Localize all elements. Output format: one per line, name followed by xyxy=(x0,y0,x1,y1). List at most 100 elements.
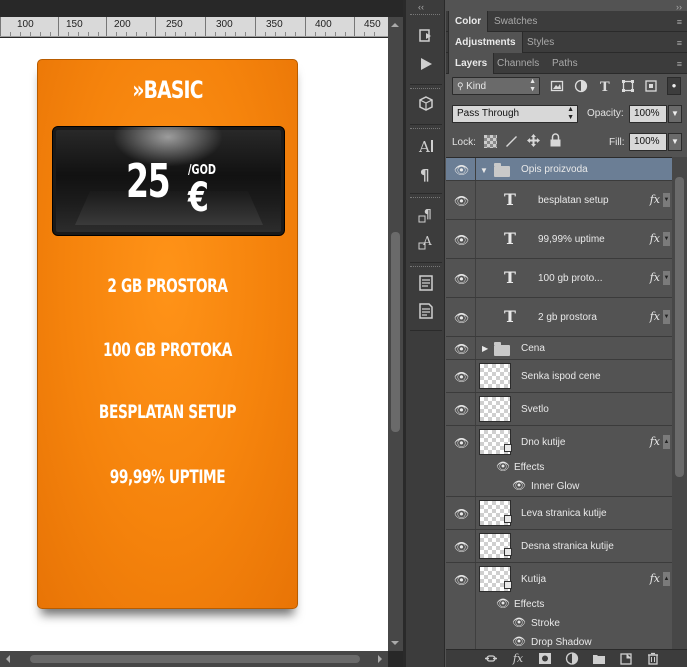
scroll-left-arrow-icon[interactable] xyxy=(2,655,10,663)
layer-row-text[interactable]: 👁 T 100 gb proto... fx ▼ xyxy=(446,259,672,298)
notes-icon[interactable] xyxy=(417,274,435,292)
fill-dropdown-icon[interactable]: ▼ xyxy=(668,133,682,151)
3d-cube-icon[interactable] xyxy=(417,95,435,113)
effects-visibility-eye-icon[interactable]: 👁 xyxy=(496,460,510,473)
filter-kind-select[interactable]: ⚲ Kind ▲ ▼ xyxy=(452,77,540,95)
pixel-filter-icon[interactable] xyxy=(550,79,564,93)
layer-row-pixel[interactable]: 👁 Dno kutije fx ▲ 👁 Effects 👁 Inner Glow xyxy=(446,426,672,497)
effects-toggle-icon[interactable]: ▼ xyxy=(663,310,670,324)
canvas-area[interactable]: 100 150 200 250 300 350 400 450 »BASIC 2… xyxy=(0,0,403,667)
fill-input[interactable]: 100% xyxy=(629,133,667,151)
visibility-eye-icon[interactable]: 👁 xyxy=(454,404,469,416)
effect-visibility-eye-icon[interactable]: 👁 xyxy=(512,479,526,492)
canvas-vertical-scrollbar[interactable] xyxy=(388,17,403,651)
visibility-eye-icon[interactable]: 👁 xyxy=(454,437,469,449)
tab-adjustments[interactable]: Adjustments xyxy=(448,32,523,53)
scroll-thumb[interactable] xyxy=(391,232,400,432)
visibility-eye-icon[interactable]: 👁 xyxy=(454,371,469,383)
expand-arrow-icon[interactable]: ▼ xyxy=(480,166,488,175)
visibility-eye-icon[interactable]: 👁 xyxy=(454,164,469,176)
layer-row-pixel[interactable]: 👁 Leva stranica kutije xyxy=(446,497,672,530)
add-style-icon[interactable]: fx xyxy=(511,652,525,665)
canvas-horizontal-scrollbar[interactable] xyxy=(0,651,388,667)
shape-filter-icon[interactable] xyxy=(621,79,635,93)
tab-swatches[interactable]: Swatches xyxy=(488,11,543,32)
layer-row-pixel[interactable]: 👁 Desna stranica kutije xyxy=(446,530,672,563)
panel-menu-icon[interactable]: ≡ xyxy=(677,38,682,48)
layers-scrollbar[interactable] xyxy=(672,157,687,649)
paragraph-styles-icon[interactable]: ¶ xyxy=(417,205,435,223)
scroll-up-arrow-icon[interactable] xyxy=(391,19,399,27)
play-actions-icon[interactable] xyxy=(417,55,435,73)
effects-toggle-icon[interactable]: ▼ xyxy=(663,193,670,207)
delete-layer-icon[interactable] xyxy=(646,652,660,665)
layer-row-group[interactable]: 👁 ▼ Opis proizvoda xyxy=(446,158,672,181)
lock-transparency-icon[interactable] xyxy=(484,135,497,148)
lock-all-icon[interactable] xyxy=(549,133,562,151)
layer-row-group[interactable]: 👁 ▶ Cena xyxy=(446,337,672,360)
horizontal-ruler[interactable]: 100 150 200 250 300 350 400 450 xyxy=(0,17,388,37)
type-filter-icon[interactable]: T xyxy=(598,79,612,95)
layer-row-pixel[interactable]: 👁 Svetlo xyxy=(446,393,672,426)
opacity-dropdown-icon[interactable]: ▼ xyxy=(668,105,682,123)
layer-row-text[interactable]: 👁 T 99,99% uptime fx ▼ xyxy=(446,220,672,259)
tab-paths[interactable]: Paths xyxy=(546,53,584,74)
layer-row-text[interactable]: 👁 T 2 gb prostora fx ▼ xyxy=(446,298,672,337)
layer-row-pixel[interactable]: 👁 Kutija fx ▲ 👁 Effects 👁 Stroke 👁 Drop … xyxy=(446,563,672,649)
panel-menu-icon[interactable]: ≡ xyxy=(677,17,682,27)
filter-toggle-icon[interactable]: ● xyxy=(667,77,681,95)
visibility-eye-icon[interactable]: 👁 xyxy=(454,574,469,586)
character-styles-icon[interactable]: A xyxy=(417,232,435,250)
layer-effects-icon[interactable]: fx xyxy=(650,271,660,284)
visibility-eye-icon[interactable]: 👁 xyxy=(454,195,469,207)
layer-effects-icon[interactable]: fx xyxy=(650,232,660,245)
tab-color[interactable]: Color xyxy=(448,11,489,32)
history-icon[interactable] xyxy=(417,27,435,45)
tab-styles[interactable]: Styles xyxy=(521,32,560,53)
layer-effects-icon[interactable]: fx xyxy=(650,572,660,585)
layer-row-text[interactable]: 👁 T besplatan setup fx ▼ xyxy=(446,181,672,220)
tab-channels[interactable]: Channels xyxy=(491,53,545,74)
adjustment-layer-icon[interactable] xyxy=(565,652,579,665)
link-layers-icon[interactable] xyxy=(484,652,498,665)
effects-toggle-icon[interactable]: ▲ xyxy=(663,435,670,449)
strip-grip[interactable] xyxy=(410,14,440,17)
visibility-eye-icon[interactable]: 👁 xyxy=(454,312,469,324)
effects-visibility-eye-icon[interactable]: 👁 xyxy=(496,597,510,610)
effects-toggle-icon[interactable]: ▼ xyxy=(663,232,670,246)
visibility-eye-icon[interactable]: 👁 xyxy=(454,273,469,285)
info-icon[interactable] xyxy=(417,302,435,320)
effect-visibility-eye-icon[interactable]: 👁 xyxy=(512,616,526,629)
layer-effects-icon[interactable]: fx xyxy=(650,435,660,448)
effect-visibility-eye-icon[interactable]: 👁 xyxy=(512,635,526,648)
effects-toggle-icon[interactable]: ▼ xyxy=(663,271,670,285)
lock-image-icon[interactable] xyxy=(504,133,519,151)
panel-menu-icon[interactable]: ≡ xyxy=(677,59,682,69)
visibility-eye-icon[interactable]: 👁 xyxy=(454,234,469,246)
new-group-icon[interactable] xyxy=(592,652,606,665)
visibility-eye-icon[interactable]: 👁 xyxy=(454,508,469,520)
visibility-eye-icon[interactable]: 👁 xyxy=(454,343,469,355)
smart-object-filter-icon[interactable] xyxy=(644,79,658,93)
adjustment-filter-icon[interactable] xyxy=(574,79,588,93)
character-icon[interactable]: A xyxy=(417,137,435,156)
effects-toggle-icon[interactable]: ▲ xyxy=(663,572,670,586)
scroll-down-arrow-icon[interactable] xyxy=(391,641,399,649)
layer-row-pixel[interactable]: 👁 Senka ispod cene xyxy=(446,360,672,393)
document-canvas[interactable]: »BASIC 25 /GOD € 2 GB PROSTORA 100 GB PR… xyxy=(0,38,388,651)
scroll-thumb[interactable] xyxy=(30,655,360,663)
layer-effects-icon[interactable]: fx xyxy=(650,310,660,323)
blend-mode-select[interactable]: Pass Through ▲ ▼ xyxy=(452,105,578,123)
visibility-eye-icon[interactable]: 👁 xyxy=(454,541,469,553)
new-layer-icon[interactable] xyxy=(619,652,633,665)
scroll-thumb[interactable] xyxy=(675,177,684,477)
paragraph-icon[interactable]: ¶ xyxy=(417,165,435,184)
tab-layers[interactable]: Layers xyxy=(448,53,495,74)
add-mask-icon[interactable] xyxy=(538,652,552,665)
opacity-input[interactable]: 100% xyxy=(629,105,667,123)
collapse-panels-icon[interactable]: ‹‹ xyxy=(418,2,424,12)
lock-position-icon[interactable] xyxy=(526,133,541,151)
expand-arrow-icon[interactable]: ▶ xyxy=(482,344,488,353)
layer-effects-icon[interactable]: fx xyxy=(650,193,660,206)
scroll-right-arrow-icon[interactable] xyxy=(378,655,386,663)
